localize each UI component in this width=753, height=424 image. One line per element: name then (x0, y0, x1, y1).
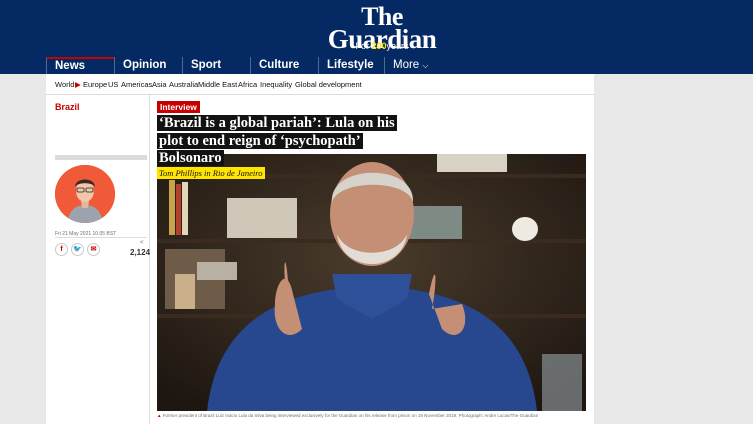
guardian-logo[interactable]: The Guardian For 200years (318, 4, 446, 53)
subnav-us[interactable]: US (108, 80, 118, 89)
site-header: The Guardian For 200years News Opinion S… (0, 0, 753, 74)
article-page: Brazil Fri 21 May 2021 10.05 BST f 🐦 ✉ <… (46, 95, 594, 424)
divider (55, 237, 147, 238)
nav-news[interactable]: News (46, 57, 114, 74)
headline-text: ‘Brazil is a global pariah’: Lula on his… (157, 115, 397, 166)
subnav-africa[interactable]: Africa (238, 80, 257, 89)
facebook-icon[interactable]: f (55, 243, 68, 256)
author-avatar[interactable] (55, 165, 115, 223)
twitter-icon[interactable]: 🐦 (71, 243, 84, 256)
subnav-asia[interactable]: Asia (152, 80, 167, 89)
photo-caption: ▲ Former president of Brazil Luiz Inácio… (157, 413, 539, 418)
article-kicker[interactable]: Interview (157, 101, 200, 113)
subnav-australia[interactable]: Australia (169, 80, 198, 89)
section-label[interactable]: Brazil (55, 102, 80, 112)
article-main-photo[interactable] (157, 154, 586, 411)
triangle-right-icon: ▶ (75, 80, 81, 89)
nav-more[interactable]: More ⌵ (384, 57, 594, 74)
subnav-middle-east[interactable]: Middle East (198, 80, 237, 89)
subnav-global-development[interactable]: Global development (295, 80, 362, 89)
subnav-inequality[interactable]: Inequality (260, 80, 292, 89)
sub-nav: World ▶ Europe US Americas Asia Australi… (46, 74, 594, 95)
nav-culture[interactable]: Culture (250, 57, 318, 74)
email-icon[interactable]: ✉ (87, 243, 100, 256)
share-icon: < (140, 240, 144, 246)
chevron-down-icon: ⌵ (422, 61, 429, 70)
author-portrait (55, 165, 115, 223)
main-nav: News Opinion Sport Culture Lifestyle Mor… (46, 57, 594, 74)
article-headline: ‘Brazil is a global pariah’: Lula on his… (157, 115, 417, 168)
subnav-americas[interactable]: Americas (121, 80, 152, 89)
lula-interview-photo (157, 154, 586, 411)
triangle-up-icon: ▲ (157, 413, 162, 418)
nav-opinion[interactable]: Opinion (114, 57, 182, 74)
share-count: 2,124 (130, 248, 151, 257)
nav-sport[interactable]: Sport (182, 57, 250, 74)
nav-lifestyle[interactable]: Lifestyle (318, 57, 384, 74)
article-sidebar: Brazil Fri 21 May 2021 10.05 BST f 🐦 ✉ <… (46, 95, 150, 424)
divider (55, 155, 147, 160)
subnav-world[interactable]: World (55, 80, 74, 89)
subnav-europe[interactable]: Europe (83, 80, 107, 89)
anniversary-tag: For 200years (355, 41, 409, 51)
article-byline[interactable]: Tom Phillips in Rio de Janeiro (157, 167, 265, 179)
